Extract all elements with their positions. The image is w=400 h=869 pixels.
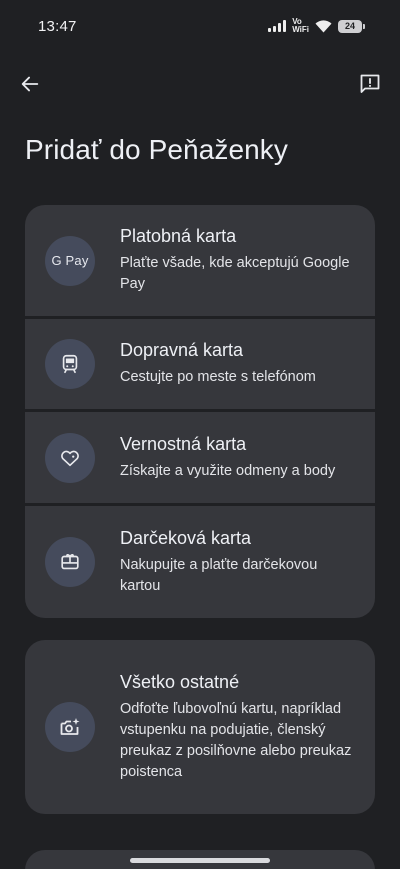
camera-sparkle-icon <box>45 702 95 752</box>
gift-card-icon <box>45 537 95 587</box>
app-bar <box>0 64 400 104</box>
status-time: 13:47 <box>38 17 77 35</box>
card-type-group: G Pay Platobná karta Plaťte všade, kde a… <box>25 205 375 618</box>
other-card-group: Všetko ostatné Odfoťte ľubovoľnú kartu, … <box>25 640 375 814</box>
battery-icon: 24 <box>338 19 365 33</box>
status-icons: Vo WiFi 24 <box>268 18 365 34</box>
heart-tag-icon <box>45 432 95 483</box>
gpay-logo-text: G Pay <box>51 253 89 268</box>
option-title: Platobná karta <box>120 226 237 246</box>
gift-card-option[interactable]: Darčeková karta Nakupujte a plaťte darče… <box>25 506 375 618</box>
battery-level: 24 <box>344 21 355 31</box>
option-description: Plaťte všade, kde akceptujú Google Pay <box>120 255 350 292</box>
back-button[interactable] <box>14 68 46 100</box>
loyalty-card-option[interactable]: Vernostná karta Získajte a využite odmen… <box>25 412 375 503</box>
camera-sparkle-glyph <box>60 718 80 735</box>
status-bar: 13:47 Vo WiFi 24 <box>0 0 400 52</box>
option-title: Dopravná karta <box>120 340 244 360</box>
option-description: Cestujte po meste s telefónom <box>120 369 316 385</box>
wifi-icon <box>315 19 332 32</box>
arrow-back-icon <box>21 76 39 92</box>
option-title: Vernostná karta <box>120 433 247 454</box>
vowifi-indicator: Vo WiFi <box>292 18 309 34</box>
other-card-option[interactable]: Všetko ostatné Odfoťte ľubovoľnú kartu, … <box>25 640 375 814</box>
feedback-button[interactable] <box>354 68 386 100</box>
gift-card-glyph <box>61 554 79 570</box>
vowifi-bottom-text: WiFi <box>292 25 309 34</box>
feedback-icon <box>360 74 380 93</box>
page-title: Pridať do Peňaženky <box>25 134 289 165</box>
option-title: Všetko ostatné <box>120 671 240 692</box>
home-indicator[interactable] <box>130 858 270 863</box>
payment-card-option[interactable]: G Pay Platobná karta Plaťte všade, kde a… <box>25 205 375 316</box>
gpay-icon: G Pay <box>45 235 95 286</box>
train-icon <box>45 339 95 389</box>
transit-card-option[interactable]: Dopravná karta Cestujte po meste s telef… <box>25 319 375 409</box>
train-glyph <box>62 354 78 374</box>
signal-icon <box>268 20 287 32</box>
option-description: Odfoťte ľubovoľnú kartu, napríklad vstup… <box>120 700 352 780</box>
option-description: Nakupujte a plaťte darčekovou kartou <box>120 556 318 594</box>
option-description: Získajte a využite odmeny a body <box>120 462 336 479</box>
heart-tag-glyph <box>61 450 79 466</box>
option-title: Darčeková karta <box>120 527 252 548</box>
